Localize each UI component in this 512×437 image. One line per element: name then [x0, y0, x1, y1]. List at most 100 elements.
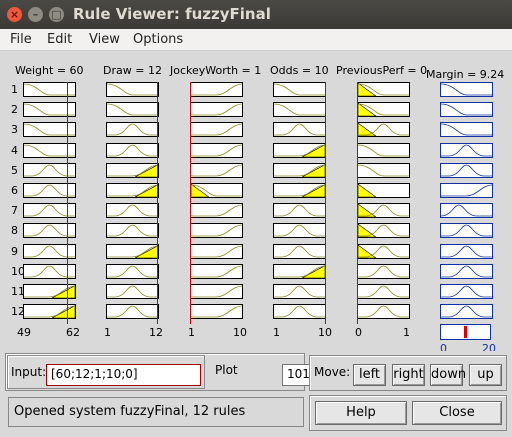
membership-plot[interactable]: [440, 264, 493, 279]
membership-plot[interactable]: [106, 244, 159, 259]
membership-plot[interactable]: [273, 82, 326, 97]
membership-plot[interactable]: [190, 143, 243, 158]
membership-plot[interactable]: [23, 264, 76, 279]
rule-number[interactable]: 7: [11, 204, 18, 217]
jockeyworth-indicator-line[interactable]: [190, 82, 191, 324]
membership-plot[interactable]: [190, 284, 243, 299]
menu-options[interactable]: Options: [133, 32, 183, 47]
membership-plot[interactable]: [357, 284, 410, 299]
membership-plot[interactable]: [273, 223, 326, 238]
membership-plot[interactable]: [357, 183, 410, 198]
membership-plot[interactable]: [106, 304, 159, 319]
menu-file[interactable]: File: [10, 32, 32, 47]
membership-plot[interactable]: [190, 223, 243, 238]
menu-view[interactable]: View: [89, 32, 120, 47]
membership-plot[interactable]: [357, 264, 410, 279]
membership-plot[interactable]: [190, 82, 243, 97]
membership-plot[interactable]: [357, 203, 410, 218]
previousperf-indicator-line[interactable]: [357, 82, 358, 324]
move-up-button[interactable]: up: [469, 364, 502, 386]
membership-plot[interactable]: [440, 143, 493, 158]
window-maximize-button[interactable]: □: [49, 7, 64, 22]
membership-plot[interactable]: [23, 203, 76, 218]
rule-number[interactable]: 5: [11, 164, 18, 177]
membership-plot[interactable]: [190, 122, 243, 137]
membership-plot[interactable]: [190, 203, 243, 218]
membership-plot[interactable]: [357, 82, 410, 97]
menu-edit[interactable]: Edit: [47, 32, 72, 47]
window-minimize-button[interactable]: –: [28, 7, 43, 22]
membership-plot[interactable]: [23, 82, 76, 97]
membership-plot[interactable]: [357, 122, 410, 137]
help-button[interactable]: Help: [315, 401, 407, 425]
membership-plot[interactable]: [440, 82, 493, 97]
membership-plot[interactable]: [106, 82, 159, 97]
membership-plot[interactable]: [106, 122, 159, 137]
membership-plot[interactable]: [23, 102, 76, 117]
membership-plot[interactable]: [106, 163, 159, 178]
membership-plot[interactable]: [440, 223, 493, 238]
membership-plot[interactable]: [190, 102, 243, 117]
membership-plot[interactable]: [23, 223, 76, 238]
membership-plot[interactable]: [440, 284, 493, 299]
membership-plot[interactable]: [106, 183, 159, 198]
rule-number[interactable]: 3: [11, 123, 18, 136]
draw-indicator-line[interactable]: [157, 82, 158, 324]
membership-plot[interactable]: [273, 244, 326, 259]
membership-plot[interactable]: [273, 304, 326, 319]
membership-plot[interactable]: [106, 284, 159, 299]
membership-plot[interactable]: [440, 163, 493, 178]
membership-plot[interactable]: [273, 284, 326, 299]
membership-plot[interactable]: [440, 304, 493, 319]
membership-plot[interactable]: [190, 244, 243, 259]
membership-plot[interactable]: [23, 183, 76, 198]
move-down-button[interactable]: down: [430, 364, 466, 386]
membership-plot[interactable]: [23, 122, 76, 137]
membership-plot[interactable]: [190, 264, 243, 279]
membership-plot[interactable]: [357, 244, 410, 259]
membership-plot[interactable]: [273, 203, 326, 218]
membership-plot[interactable]: [440, 244, 493, 259]
membership-plot[interactable]: [273, 264, 326, 279]
membership-plot[interactable]: [357, 143, 410, 158]
membership-plot[interactable]: [273, 183, 326, 198]
membership-plot[interactable]: [273, 163, 326, 178]
rule-number[interactable]: 4: [11, 144, 18, 157]
rule-number[interactable]: 1: [11, 83, 18, 96]
membership-plot[interactable]: [23, 244, 76, 259]
membership-plot[interactable]: [190, 163, 243, 178]
membership-plot[interactable]: [440, 183, 493, 198]
move-left-button[interactable]: left: [353, 364, 386, 386]
membership-plot[interactable]: [357, 223, 410, 238]
move-right-button[interactable]: right: [392, 364, 425, 386]
membership-plot[interactable]: [23, 143, 76, 158]
weight-indicator-line[interactable]: [67, 82, 68, 324]
membership-plot[interactable]: [357, 304, 410, 319]
membership-plot[interactable]: [106, 143, 159, 158]
membership-plot[interactable]: [190, 183, 243, 198]
membership-plot[interactable]: [106, 102, 159, 117]
membership-plot[interactable]: [106, 203, 159, 218]
rule-number[interactable]: 2: [11, 103, 18, 116]
close-button[interactable]: Close: [412, 401, 502, 425]
membership-plot[interactable]: [190, 304, 243, 319]
membership-plot[interactable]: [273, 102, 326, 117]
rule-number[interactable]: 8: [11, 224, 18, 237]
input-vector-field[interactable]: [60;12;1;10;0]: [46, 364, 201, 386]
membership-plot[interactable]: [357, 102, 410, 117]
membership-plot[interactable]: [273, 143, 326, 158]
membership-plot[interactable]: [273, 122, 326, 137]
window-close-button[interactable]: ×: [7, 7, 22, 22]
membership-plot[interactable]: [440, 203, 493, 218]
rule-number[interactable]: 9: [11, 245, 18, 258]
odds-indicator-line[interactable]: [325, 82, 326, 324]
rule-number[interactable]: 6: [11, 184, 18, 197]
membership-plot[interactable]: [357, 163, 410, 178]
membership-plot[interactable]: [440, 122, 493, 137]
membership-plot[interactable]: [440, 102, 493, 117]
membership-plot[interactable]: [23, 304, 76, 319]
membership-plot[interactable]: [23, 284, 76, 299]
membership-plot[interactable]: [23, 163, 76, 178]
membership-plot[interactable]: [106, 264, 159, 279]
membership-plot[interactable]: [106, 223, 159, 238]
